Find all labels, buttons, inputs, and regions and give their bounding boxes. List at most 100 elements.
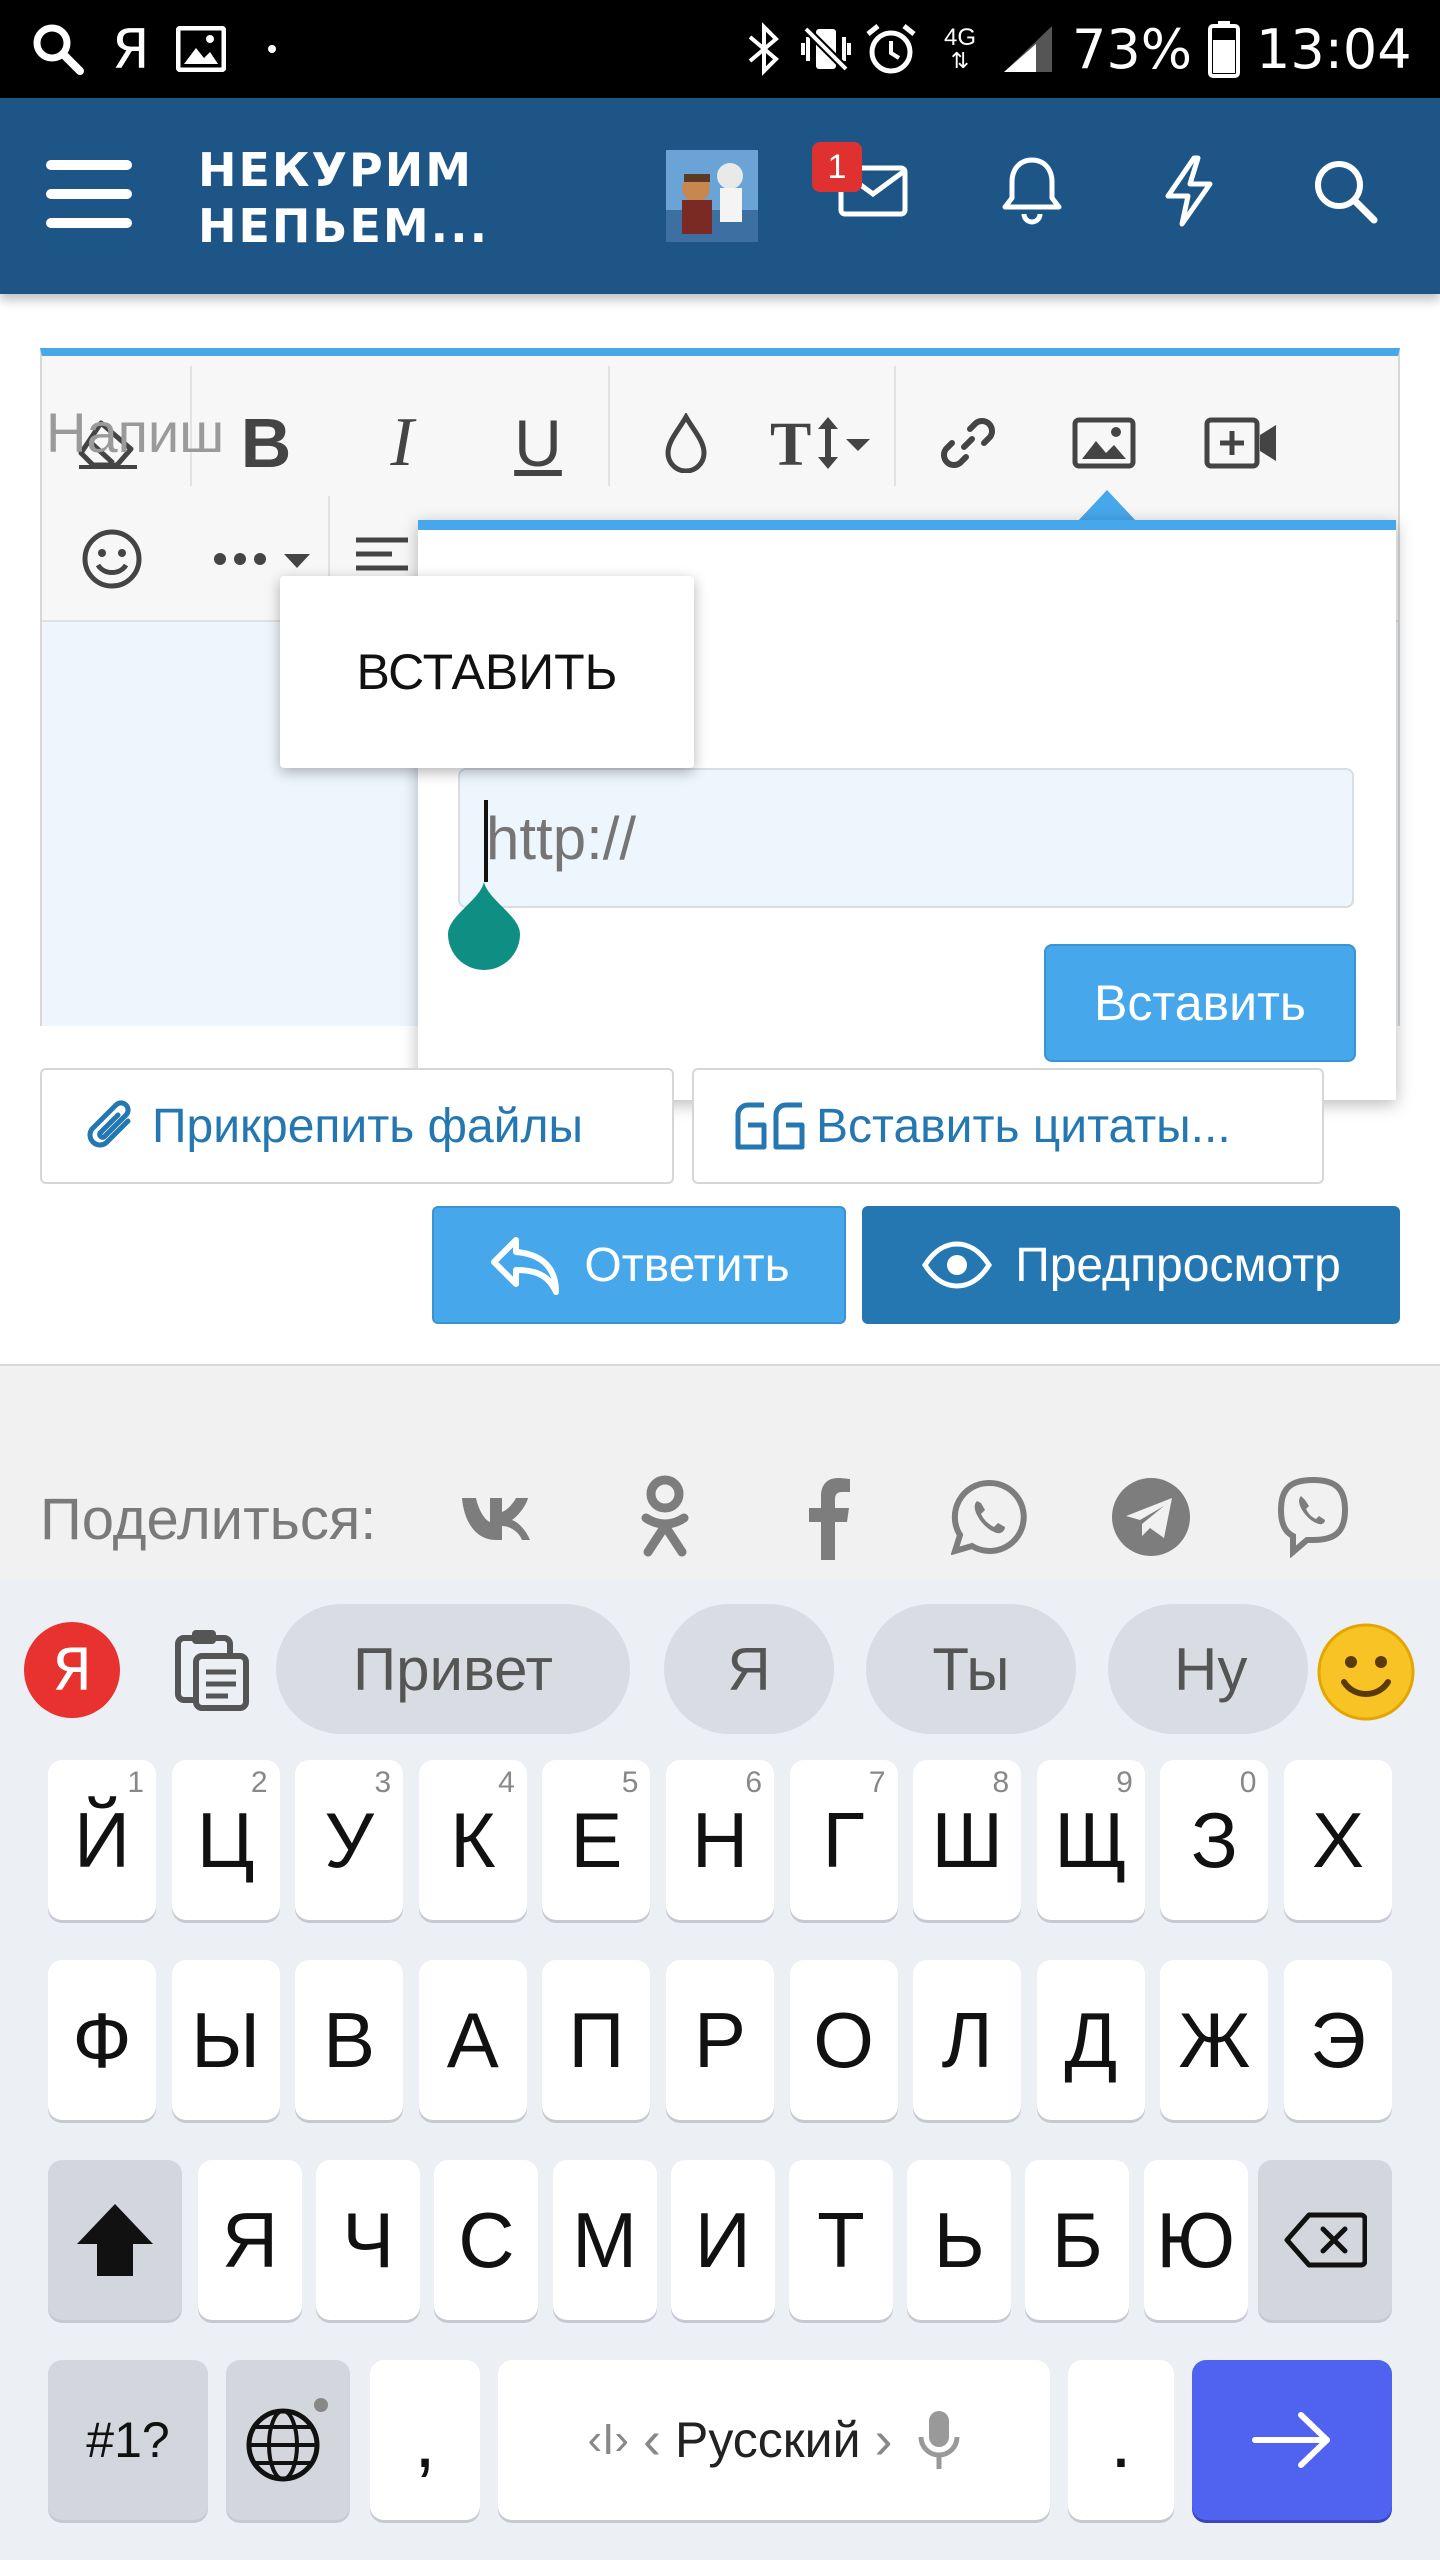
- key[interactable]: Е5: [542, 1760, 651, 1920]
- telegram-icon[interactable]: [1106, 1472, 1196, 1562]
- comma-key[interactable]: ,: [370, 2360, 480, 2520]
- key-label: Й: [73, 1795, 131, 1884]
- video-icon[interactable]: [1192, 388, 1292, 498]
- viber-icon[interactable]: [1268, 1472, 1358, 1562]
- key[interactable]: Х: [1284, 1760, 1392, 1920]
- url-input[interactable]: [458, 768, 1354, 908]
- notifications-bell-icon[interactable]: [1000, 154, 1064, 226]
- whatsapp-icon[interactable]: [944, 1472, 1034, 1562]
- insert-link-button[interactable]: Вставить: [1044, 944, 1356, 1062]
- key[interactable]: Й1: [48, 1760, 156, 1920]
- key[interactable]: К4: [418, 1760, 527, 1920]
- key[interactable]: Ц2: [171, 1760, 280, 1920]
- image-icon[interactable]: [1054, 388, 1154, 498]
- shift-key[interactable]: [48, 2160, 182, 2320]
- suggestion-chip[interactable]: Ты: [866, 1604, 1076, 1734]
- reply-arrow-icon: [488, 1234, 562, 1296]
- key[interactable]: Ы: [171, 1960, 280, 2120]
- attach-files-button[interactable]: Прикрепить файлы: [40, 1068, 674, 1184]
- key-label: М: [572, 2195, 638, 2284]
- key-hint: 2: [250, 1766, 268, 1799]
- reply-button[interactable]: Ответить: [432, 1206, 846, 1324]
- suggestion-chip[interactable]: Ну: [1108, 1604, 1308, 1734]
- color-drop-icon[interactable]: [636, 388, 736, 498]
- key-label: Ц: [196, 1795, 255, 1884]
- font-size-icon[interactable]: T: [760, 388, 890, 498]
- key[interactable]: И: [670, 2160, 775, 2320]
- key-label: Ш: [931, 1795, 1003, 1884]
- clock: 13:04: [1256, 17, 1412, 81]
- key[interactable]: Б: [1025, 2160, 1130, 2320]
- key[interactable]: Э: [1284, 1960, 1392, 2120]
- key-label: Ь: [933, 2195, 985, 2284]
- key-hint: 5: [621, 1766, 639, 1799]
- key-hint: 0: [1239, 1766, 1257, 1799]
- suggestion-chip[interactable]: Я: [664, 1604, 834, 1734]
- avatar[interactable]: [666, 150, 758, 242]
- vk-icon[interactable]: [456, 1472, 546, 1562]
- paperclip-icon: [82, 1095, 142, 1157]
- key-hint: 8: [992, 1766, 1010, 1799]
- key[interactable]: З0: [1160, 1760, 1269, 1920]
- key[interactable]: Щ9: [1036, 1760, 1145, 1920]
- key[interactable]: Г7: [789, 1760, 898, 1920]
- lightning-icon[interactable]: [1160, 154, 1218, 228]
- key[interactable]: Ф: [48, 1960, 156, 2120]
- language-key[interactable]: [226, 2360, 350, 2520]
- underline-icon[interactable]: U: [488, 388, 588, 498]
- suggestion-chip[interactable]: Привет: [276, 1604, 630, 1734]
- key[interactable]: П: [542, 1960, 651, 2120]
- paste-menu-item[interactable]: ВСТАВИТЬ: [280, 576, 694, 768]
- key[interactable]: Ж: [1160, 1960, 1269, 2120]
- key[interactable]: Р: [666, 1960, 774, 2120]
- text-selection-handle[interactable]: [444, 880, 524, 970]
- key[interactable]: Д: [1036, 1960, 1145, 2120]
- space-key[interactable]: ‹I› ‹ Русский ›: [498, 2360, 1050, 2520]
- menu-icon[interactable]: [46, 156, 132, 232]
- cursor-move-icon: ‹I›: [587, 2415, 630, 2464]
- dot-icon: [268, 0, 276, 98]
- clipboard-icon[interactable]: [166, 1626, 254, 1714]
- bold-icon[interactable]: B: [216, 388, 316, 498]
- site-logo[interactable]: НЕКУРИМ НЕПЬЕМ...: [198, 142, 498, 254]
- period-key[interactable]: .: [1068, 2360, 1174, 2520]
- italic-icon[interactable]: I: [352, 388, 452, 498]
- key[interactable]: Л: [913, 1960, 1022, 2120]
- key[interactable]: Ч: [316, 2160, 421, 2320]
- text-cursor: [484, 800, 488, 882]
- key-label: А: [446, 1995, 499, 2084]
- search-icon[interactable]: [1310, 156, 1380, 226]
- facebook-icon[interactable]: [782, 1472, 872, 1562]
- emoji-icon[interactable]: [1316, 1622, 1416, 1722]
- link-icon[interactable]: [918, 388, 1018, 498]
- backspace-key[interactable]: [1258, 2160, 1392, 2320]
- key[interactable]: Т: [789, 2160, 893, 2320]
- key[interactable]: Я: [198, 2160, 302, 2320]
- key-hint: 3: [374, 1766, 392, 1799]
- key[interactable]: С: [434, 2160, 539, 2320]
- key[interactable]: Ь: [907, 2160, 1012, 2320]
- insert-quotes-button[interactable]: Вставить цитаты...: [692, 1068, 1324, 1184]
- app-header: НЕКУРИМ НЕПЬЕМ... 1: [0, 98, 1440, 294]
- enter-key[interactable]: [1192, 2360, 1392, 2520]
- messages-badge: 1: [812, 142, 862, 192]
- key[interactable]: А: [418, 1960, 527, 2120]
- preview-button[interactable]: Предпросмотр: [862, 1206, 1400, 1324]
- symbols-key[interactable]: #1?: [48, 2360, 208, 2520]
- key[interactable]: У3: [295, 1760, 404, 1920]
- key-label: К: [450, 1795, 496, 1884]
- smiley-icon[interactable]: [62, 504, 162, 614]
- key[interactable]: В: [295, 1960, 404, 2120]
- key[interactable]: Ш8: [913, 1760, 1022, 1920]
- microphone-icon: [917, 2407, 961, 2473]
- key-label: Ж: [1178, 1995, 1251, 2084]
- battery-percent: 73%: [1072, 17, 1193, 81]
- key[interactable]: Н6: [666, 1760, 774, 1920]
- yandex-keyboard-icon[interactable]: Я: [24, 1622, 120, 1718]
- key[interactable]: Ю: [1143, 2160, 1248, 2320]
- key[interactable]: М: [552, 2160, 657, 2320]
- key[interactable]: О: [789, 1960, 898, 2120]
- key-label: В: [323, 1995, 376, 2084]
- odnoklassniki-icon[interactable]: [620, 1472, 710, 1562]
- key-label: С: [458, 2195, 515, 2284]
